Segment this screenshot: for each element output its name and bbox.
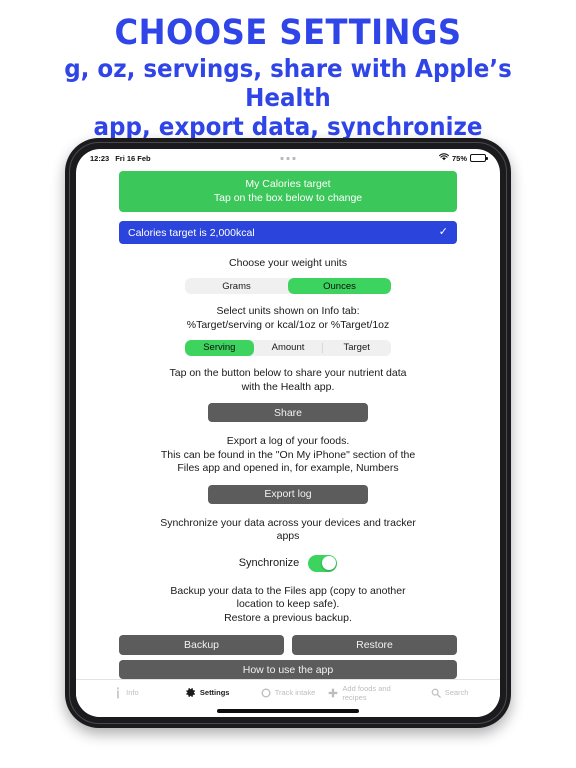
tab-search[interactable]: Search [409, 688, 490, 698]
backup-button[interactable]: Backup [119, 634, 284, 655]
calories-target-label: Calories target is 2,000kcal [128, 226, 255, 239]
status-bar-time: 12:23 [90, 153, 110, 163]
tablet-device-mockup: 12:23 Fri 16 Feb 75% My Calories target … [65, 138, 511, 728]
status-bar: 12:23 Fri 16 Feb 75% [76, 149, 500, 167]
how-to-use-the-app-button[interactable]: How to use the app [119, 660, 457, 679]
segment-ounces[interactable]: Ounces [288, 278, 391, 295]
status-bar-date: Fri 16 Feb [115, 153, 151, 163]
calories-target-banner-subtitle: Tap on the box below to change [213, 192, 363, 204]
calories-target-banner-title: My Calories target [245, 178, 331, 190]
tab-add-foods-label: Add foods and recipes [342, 683, 391, 702]
promo-subtitle-line-2: app, export data, synchronize [93, 112, 483, 141]
weight-units-segmented-control[interactable]: Grams Ounces [185, 278, 391, 295]
toggle-knob [321, 556, 336, 571]
checkmark-icon: ✓ [438, 226, 448, 239]
segment-target[interactable]: Target [322, 340, 391, 356]
multitask-dot [280, 157, 284, 160]
synchronize-caption-line-1: Synchronize your data across your device… [160, 516, 416, 529]
plus-icon [328, 688, 338, 698]
home-indicator[interactable] [217, 709, 359, 713]
tab-search-label: Search [444, 688, 469, 697]
export-caption-line-2: This can be found in the "On My iPhone" … [160, 448, 416, 461]
synchronize-label: Synchronize [238, 557, 300, 570]
info-units-caption-line-1: Select units shown on Info tab: [216, 305, 360, 318]
multitask-dot [292, 157, 296, 160]
tab-add-foods-and-recipes[interactable]: Add foods and recipes [328, 684, 409, 702]
tab-track-intake[interactable]: Track intake [248, 688, 329, 698]
restore-button[interactable]: Restore [292, 634, 457, 655]
calories-target-row[interactable]: Calories target is 2,000kcal ✓ [119, 221, 457, 245]
export-caption-line-3: Files app and opened in, for example, Nu… [177, 462, 399, 475]
settings-scroll-area[interactable]: My Calories target Tap on the box below … [76, 167, 500, 679]
search-icon [431, 688, 441, 698]
battery-icon [470, 154, 488, 162]
home-indicator-area [76, 705, 500, 717]
battery-percent-label: 75% [451, 153, 467, 163]
export-caption-line-1: Export a log of your foods. [226, 435, 350, 448]
synchronize-row: Synchronize [119, 554, 457, 572]
segment-amount[interactable]: Amount [254, 340, 323, 356]
info-icon [114, 686, 122, 699]
tab-info[interactable]: Info [86, 686, 167, 699]
status-bar-right: 75% [439, 153, 488, 163]
segment-serving[interactable]: Serving [185, 339, 254, 356]
synchronize-caption-line-2: apps [276, 530, 300, 543]
info-units-segmented-control[interactable]: Serving Amount Target [185, 339, 391, 356]
share-caption-line-1: Tap on the button below to share your nu… [169, 367, 407, 379]
promo-header: CHOOSE SETTINGS g, oz, servings, share w… [0, 0, 576, 141]
segment-grams[interactable]: Grams [185, 278, 288, 294]
multitask-dot [286, 157, 290, 160]
wifi-icon [439, 153, 449, 163]
status-bar-left: 12:23 Fri 16 Feb [90, 154, 151, 163]
device-screen: 12:23 Fri 16 Feb 75% My Calories target … [76, 149, 500, 717]
promo-title: CHOOSE SETTINGS [114, 13, 462, 53]
tab-track-intake-label: Track intake [274, 688, 316, 697]
backup-restore-button-row: Backup Restore [119, 634, 457, 655]
backup-caption-line-1: Backup your data to the Files app (copy … [170, 584, 406, 597]
backup-caption-line-2: location to keep safe). [236, 598, 340, 611]
info-units-caption-line-2: %Target/serving or kcal/1oz or %Target/1… [186, 318, 390, 331]
tab-info-label: Info [126, 688, 139, 697]
synchronize-toggle[interactable] [308, 554, 338, 572]
multitask-dots-icon[interactable] [280, 156, 296, 160]
backup-caption-line-3: Restore a previous backup. [224, 611, 352, 624]
tab-settings[interactable]: Settings [167, 687, 248, 698]
calories-target-banner: My Calories target Tap on the box below … [119, 171, 457, 212]
weight-units-caption: Choose your weight units [229, 257, 347, 270]
tab-bar: Info Settings Track intake Add foods and… [76, 679, 500, 705]
tab-settings-label: Settings [199, 688, 230, 697]
share-button[interactable]: Share [208, 403, 368, 422]
export-log-button[interactable]: Export log [208, 484, 368, 504]
gear-icon [185, 687, 196, 698]
circle-icon [261, 688, 271, 698]
promo-subtitle-line-1: g, oz, servings, share with Apple’s Heal… [64, 54, 512, 112]
share-caption-line-2: with the Health app. [241, 380, 335, 393]
